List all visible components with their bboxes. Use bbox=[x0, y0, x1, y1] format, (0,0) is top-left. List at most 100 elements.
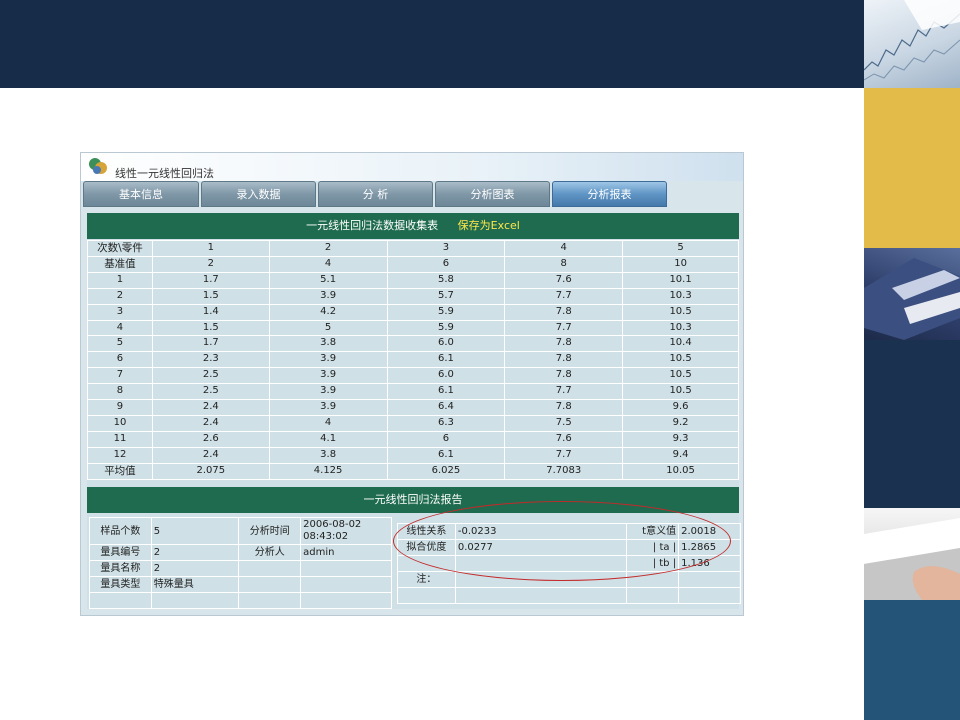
trial-number: 5 bbox=[87, 335, 153, 353]
trial-number: 4 bbox=[87, 319, 153, 337]
measurement-row: 10 2.4 4 6.3 7.5 9.2 bbox=[87, 414, 739, 432]
baseline-cell: 6 bbox=[386, 255, 506, 273]
measurement-cell: 7.7 bbox=[504, 319, 624, 337]
gauge-no-label: 量具编号 bbox=[89, 544, 152, 561]
empty-cell bbox=[238, 576, 302, 593]
measurement-cell: 6.1 bbox=[386, 383, 506, 401]
empty-cell bbox=[150, 592, 240, 609]
measurement-cell: 7.7 bbox=[504, 287, 624, 305]
tab-basic-info[interactable]: 基本信息 bbox=[83, 181, 199, 207]
linearity-value: -0.0233 bbox=[454, 523, 628, 540]
report-title: 一元线性回归法报告 bbox=[363, 493, 463, 506]
baseline-label: 基准值 bbox=[87, 255, 153, 273]
measurement-cell: 7.8 bbox=[504, 367, 624, 385]
gold-panel bbox=[864, 88, 960, 248]
analysis-time-label: 分析时间 bbox=[238, 517, 302, 545]
gauge-name-value: 2 bbox=[150, 560, 240, 577]
measurement-cell: 7.8 bbox=[504, 303, 624, 321]
baseline-cell: 2 bbox=[151, 255, 270, 273]
average-cell: 7.7083 bbox=[504, 462, 624, 480]
empty-cell bbox=[397, 555, 456, 572]
measurement-cell: 3.9 bbox=[268, 399, 388, 416]
blue-panel bbox=[864, 600, 960, 720]
trial-number: 9 bbox=[87, 399, 153, 416]
note-value bbox=[454, 571, 628, 588]
collection-table-header: 一元线性回归法数据收集表 保存为Excel bbox=[87, 213, 739, 239]
empty-cell bbox=[678, 587, 741, 604]
analysis-time-value: 2006-08-02 08:43:02 bbox=[300, 517, 392, 545]
analysis-date: 2006-08-02 bbox=[303, 519, 362, 530]
tab-enter-data[interactable]: 录入数据 bbox=[201, 181, 316, 207]
header-row: 次数\零件 1 2 3 4 5 bbox=[87, 240, 739, 257]
gauge-name-label: 量具名称 bbox=[89, 560, 152, 577]
measurement-cell: 5.1 bbox=[268, 271, 388, 289]
trial-number: 7 bbox=[87, 367, 153, 385]
save-excel-link[interactable]: 保存为Excel bbox=[458, 219, 520, 232]
tb-label: | tb | bbox=[626, 555, 680, 572]
measurement-cell: 3.8 bbox=[268, 335, 388, 353]
measurement-cell: 9.6 bbox=[622, 399, 739, 416]
measurement-cell: 2.4 bbox=[151, 446, 270, 464]
gauge-no-value: 2 bbox=[150, 544, 240, 561]
result-row: | tb | 1.136 bbox=[397, 555, 741, 572]
printer-photo-graphic bbox=[864, 258, 960, 340]
trial-number: 10 bbox=[87, 414, 153, 432]
hand-paper-photo-graphic bbox=[864, 518, 960, 600]
measurement-cell: 10.5 bbox=[622, 303, 739, 321]
measurement-cell: 9.2 bbox=[622, 414, 739, 432]
corner-label: 次数\零件 bbox=[87, 240, 153, 257]
sample-count-value: 5 bbox=[150, 517, 240, 545]
gauge-type-value: 特殊量具 bbox=[150, 576, 240, 593]
hand-paper-photo bbox=[864, 508, 960, 600]
measurement-cell: 5.7 bbox=[386, 287, 506, 305]
measurement-cell: 7.6 bbox=[504, 430, 624, 448]
title-bar: 线性一元线性回归法 bbox=[81, 153, 743, 181]
baseline-cell: 4 bbox=[268, 255, 388, 273]
window-title: 线性一元线性回归法 bbox=[115, 167, 214, 180]
measurement-cell: 10.4 bbox=[622, 335, 739, 353]
report-panel: 一元线性回归法数据收集表 保存为Excel 次数\零件 1 2 3 4 5 基准… bbox=[87, 213, 741, 609]
measurement-cell: 10.5 bbox=[622, 383, 739, 401]
measurement-row: 11 2.6 4.1 6 7.6 9.3 bbox=[87, 430, 739, 448]
report-header: 一元线性回归法报告 bbox=[87, 487, 739, 513]
gauge-info-table: 样品个数 5 分析时间 2006-08-02 08:43:02 量具编号 2 分… bbox=[89, 517, 392, 609]
tab-analysis[interactable]: 分 析 bbox=[318, 181, 433, 207]
measurement-row: 3 1.4 4.2 5.9 7.8 10.5 bbox=[87, 303, 739, 321]
measurement-row: 2 1.5 3.9 5.7 7.7 10.3 bbox=[87, 287, 739, 305]
measurement-cell: 1.5 bbox=[151, 319, 270, 337]
tab-analysis-chart[interactable]: 分析图表 bbox=[435, 181, 550, 207]
empty-cell bbox=[454, 555, 628, 572]
average-label: 平均值 bbox=[87, 462, 153, 480]
linearity-label: 线性关系 bbox=[397, 523, 456, 540]
measurement-cell: 10.5 bbox=[622, 351, 739, 369]
collection-table-title: 一元线性回归法数据收集表 bbox=[306, 219, 439, 232]
measurement-cell: 10.3 bbox=[622, 319, 739, 337]
measurement-cell: 2.5 bbox=[151, 383, 270, 401]
average-cell: 10.05 bbox=[622, 462, 739, 480]
tab-analysis-report[interactable]: 分析报表 bbox=[552, 181, 667, 207]
fit-value: 0.0277 bbox=[454, 539, 628, 556]
stock-chart-photo-graphic bbox=[864, 0, 960, 81]
empty-cell bbox=[397, 587, 456, 604]
measurement-row: 7 2.5 3.9 6.0 7.8 10.5 bbox=[87, 367, 739, 385]
column-header: 5 bbox=[622, 240, 739, 257]
measurement-cell: 1.7 bbox=[151, 335, 270, 353]
column-header: 1 bbox=[151, 240, 270, 257]
measurement-cell: 10.3 bbox=[622, 287, 739, 305]
average-cell: 6.025 bbox=[386, 462, 506, 480]
empty-cell bbox=[300, 560, 392, 577]
measurement-cell: 3.9 bbox=[268, 287, 388, 305]
column-header: 4 bbox=[504, 240, 624, 257]
analysis-clock: 08:43:02 bbox=[303, 531, 349, 542]
analyst-label: 分析人 bbox=[238, 544, 302, 561]
note-label: 注： bbox=[397, 571, 456, 588]
measurement-cell: 6.0 bbox=[386, 335, 506, 353]
measurement-cell: 3.8 bbox=[268, 446, 388, 464]
result-row: 拟合优度 0.0277 | ta | 1.2865 bbox=[397, 539, 741, 556]
measurement-cell: 7.7 bbox=[504, 383, 624, 401]
measurement-cell: 2.6 bbox=[151, 430, 270, 448]
measurement-cell: 3.9 bbox=[268, 383, 388, 401]
navy-panel bbox=[864, 340, 960, 508]
info-row: 样品个数 5 分析时间 2006-08-02 08:43:02 bbox=[89, 517, 392, 545]
slide-top-band bbox=[0, 0, 864, 88]
